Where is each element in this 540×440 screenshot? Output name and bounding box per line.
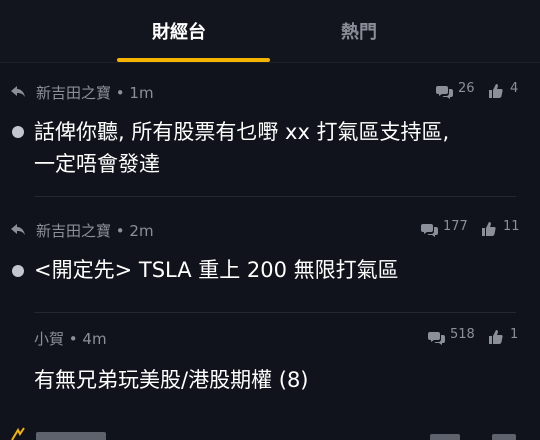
reply-arrow-icon <box>10 222 26 236</box>
author-name[interactable]: 新吉田之寶 • 2m <box>36 220 154 241</box>
post-title-line-2[interactable]: 一定唔會發達 <box>34 148 160 180</box>
post-title[interactable]: <開定先> TSLA 重上 200 無限打氣區 <box>34 254 399 286</box>
comment-count: 26 <box>458 81 475 96</box>
list-item-partial[interactable] <box>0 424 540 440</box>
post-meta: 新吉田之寶 • 1m 26 4 <box>0 80 540 104</box>
like-count: 4 <box>510 81 519 96</box>
author-name[interactable]: 小賀 • 4m <box>34 328 107 349</box>
comment-count: 518 <box>450 327 475 342</box>
post-divider <box>34 196 516 197</box>
comment-count: 177 <box>443 219 468 234</box>
post-divider <box>34 312 516 313</box>
unread-dot <box>12 265 24 277</box>
header-divider <box>0 62 540 63</box>
like-count: 1 <box>510 327 519 342</box>
comments-icon <box>436 84 453 103</box>
comments-icon <box>428 330 445 349</box>
unread-dot <box>12 126 24 138</box>
comments-icon <box>421 222 438 241</box>
post-meta: 小賀 • 4m 518 1 <box>0 326 540 350</box>
post-title[interactable]: 有無兄弟玩美股/港股期權 (8) <box>34 364 309 396</box>
thumbs-up-icon[interactable] <box>489 83 503 102</box>
thumbs-up-icon[interactable] <box>482 221 496 240</box>
like-count: 11 <box>503 219 520 234</box>
tab-popular[interactable]: 熱門 <box>289 18 429 44</box>
tab-finance[interactable]: 財經台 <box>109 18 249 44</box>
post-meta: 新吉田之寶 • 2m 177 11 <box>0 218 540 242</box>
reply-arrow-icon <box>10 84 26 98</box>
post-title[interactable]: 話俾你聽, 所有股票有乜嘢 xx 打氣區支持區, <box>34 116 449 148</box>
thumbs-up-icon[interactable] <box>489 329 503 348</box>
author-name[interactable]: 新吉田之寶 • 1m <box>36 82 154 103</box>
tab-bar: 財經台 熱門 <box>0 0 540 62</box>
